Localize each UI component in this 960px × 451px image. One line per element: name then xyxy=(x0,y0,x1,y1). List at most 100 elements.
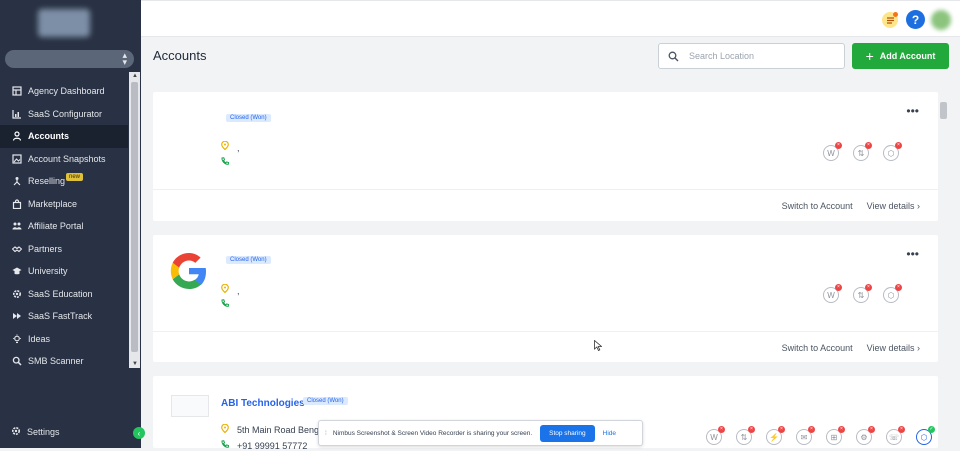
collapse-sidebar-button[interactable]: ‹ xyxy=(133,427,145,439)
hide-button[interactable]: Hide xyxy=(603,430,616,437)
sidebar-item-account-snapshots[interactable]: Account Snapshots xyxy=(0,148,128,171)
scroll-down-icon[interactable]: ▼ xyxy=(132,361,138,367)
sidebar-item-saas-education[interactable]: SaaS Education xyxy=(0,283,128,306)
search-placeholder: Search Location xyxy=(689,51,755,61)
phone-icon xyxy=(221,157,230,167)
wordpress-icon[interactable]: W × xyxy=(823,142,842,161)
account-logo xyxy=(171,395,209,417)
search-input[interactable]: Search Location xyxy=(658,43,845,69)
account-name[interactable]: ABI Technologies xyxy=(221,398,305,409)
sidebar-item-label: SaaS Education xyxy=(28,288,93,299)
account-card: ••• Closed (Won) , W × ⇅ × ⬡ × Switch to Ac… xyxy=(153,235,938,362)
wordpress-icon[interactable]: W × xyxy=(823,284,842,303)
location-switcher[interactable]: ▴ ▾ xyxy=(5,50,134,68)
sync-icon[interactable]: ⇅ × xyxy=(853,142,872,161)
sidebar-item-label: Marketplace xyxy=(28,198,78,209)
sync-icon[interactable]: ⇅ × xyxy=(736,426,755,445)
sidebar-item-saas-configurator[interactable]: SaaS Configurator xyxy=(0,103,128,126)
avatar[interactable] xyxy=(931,10,951,30)
sidebar-item-ideas[interactable]: Ideas xyxy=(0,328,128,351)
reselling-icon xyxy=(11,176,22,187)
wordpress-icon[interactable]: W × xyxy=(706,426,725,445)
view-details-link[interactable]: View details › xyxy=(867,201,920,211)
screen-share-notification: ⁞ Nimbus Screenshot & Screen Video Recor… xyxy=(318,420,643,446)
chart-icon xyxy=(11,108,22,119)
scrollbar-thumb[interactable] xyxy=(131,82,138,352)
sidebar-item-saas-fasttrack[interactable]: SaaS FastTrack xyxy=(0,305,128,328)
add-account-label: Add Account xyxy=(879,51,936,61)
disconnected-icon: × xyxy=(895,142,902,149)
sidebar-item-university[interactable]: University xyxy=(0,260,128,283)
drag-handle-icon[interactable]: ⁞ xyxy=(325,430,327,437)
help-button[interactable]: ? xyxy=(906,10,925,29)
fast-forward-icon xyxy=(11,311,22,322)
card-actions: Switch to Account View details › xyxy=(782,343,920,353)
location-pin-icon xyxy=(221,140,229,152)
disconnected-icon: × xyxy=(748,426,755,433)
list-icon xyxy=(886,16,894,24)
view-details-label: View details xyxy=(866,343,915,353)
more-options-icon[interactable]: ••• xyxy=(906,105,919,117)
top-bar: ? xyxy=(141,0,960,37)
stop-sharing-button[interactable]: Stop sharing xyxy=(540,424,595,442)
sidebar-item-partners[interactable]: Partners xyxy=(0,238,128,261)
switch-to-account-link[interactable]: Switch to Account xyxy=(782,201,853,211)
sidebar-item-marketplace[interactable]: Marketplace xyxy=(0,193,128,216)
account-address: 5th Main Road Benga xyxy=(237,425,325,435)
switch-to-account-link[interactable]: Switch to Account xyxy=(782,343,853,353)
sidebar-item-agency-dashboard[interactable]: Agency Dashboard xyxy=(0,80,128,103)
account-address: , xyxy=(237,143,240,153)
settings-icon[interactable]: ⚙ × xyxy=(856,426,875,445)
disconnected-icon: × xyxy=(718,426,725,433)
chevron-left-icon: ‹ xyxy=(137,428,141,438)
integration-icons: W × ⇅ × ⚡ × ✉ × ⊞ × ⚙ × ☏ × ⬡ ✓ xyxy=(706,426,935,445)
main-scrollbar[interactable] xyxy=(939,100,948,448)
more-options-icon[interactable]: ••• xyxy=(906,248,919,260)
whatsapp-icon[interactable]: ☏ × xyxy=(886,426,905,445)
sidebar-item-label: Reselling xyxy=(28,176,66,187)
phone-icon xyxy=(221,440,230,450)
sidebar-item-label: SaaS Configurator xyxy=(28,108,103,119)
graduation-icon xyxy=(11,266,22,277)
user-icon xyxy=(11,131,22,142)
sidebar-item-label: Account Snapshots xyxy=(28,153,106,164)
sidebar-item-reselling[interactable]: Reselling new xyxy=(0,170,128,193)
mail-icon[interactable]: ✉ × xyxy=(796,426,815,445)
sidebar-item-settings[interactable]: Settings xyxy=(11,426,60,438)
sidebar-item-affiliate-portal[interactable]: Affiliate Portal xyxy=(0,215,128,238)
sidebar-item-smb-scanner[interactable]: SMB Scanner xyxy=(0,350,128,373)
notifications-button[interactable] xyxy=(882,12,898,28)
scrollbar-thumb[interactable] xyxy=(940,102,947,119)
integration-icons: W × ⇅ × ⬡ × xyxy=(823,142,902,161)
sidebar-nav: Agency Dashboard SaaS Configurator Accou… xyxy=(0,80,128,373)
sync-icon[interactable]: ⇅ × xyxy=(853,284,872,303)
gear-icon xyxy=(11,426,21,438)
add-account-button[interactable]: + Add Account xyxy=(852,43,949,69)
snapshot-icon xyxy=(11,153,22,164)
agency-logo xyxy=(38,9,90,37)
sidebar-scrollbar[interactable]: ▲ ▼ xyxy=(129,72,140,368)
divider xyxy=(153,331,938,332)
sidebar-item-label: Accounts xyxy=(28,131,70,142)
bolt-icon[interactable]: ⚡ × xyxy=(766,426,785,445)
google-logo-icon xyxy=(170,252,208,293)
grid-icon[interactable]: ⊞ × xyxy=(826,426,845,445)
sidebar-item-accounts[interactable]: Accounts xyxy=(0,125,128,148)
dashboard-icon xyxy=(11,86,22,97)
card-actions: Switch to Account View details › xyxy=(782,201,920,211)
status-badge: Closed (Won) xyxy=(303,397,348,405)
sidebar-item-label: Settings xyxy=(27,427,60,437)
view-details-link[interactable]: View details › xyxy=(867,343,920,353)
connected-icon: ✓ xyxy=(928,426,935,433)
account-address: , xyxy=(237,286,240,296)
disconnected-icon: × xyxy=(838,426,845,433)
sidebar-item-label: Agency Dashboard xyxy=(28,86,105,97)
account-card: ••• Closed (Won) , W × ⇅ × ⬡ × Switch to Ac… xyxy=(153,92,938,221)
disconnected-icon: × xyxy=(808,426,815,433)
divider xyxy=(153,189,938,190)
scroll-up-icon[interactable]: ▲ xyxy=(132,73,138,79)
shield-icon[interactable]: ⬡ × xyxy=(883,284,902,303)
shield-icon[interactable]: ⬡ ✓ xyxy=(916,426,935,445)
users-icon xyxy=(11,221,22,232)
shield-icon[interactable]: ⬡ × xyxy=(883,142,902,161)
